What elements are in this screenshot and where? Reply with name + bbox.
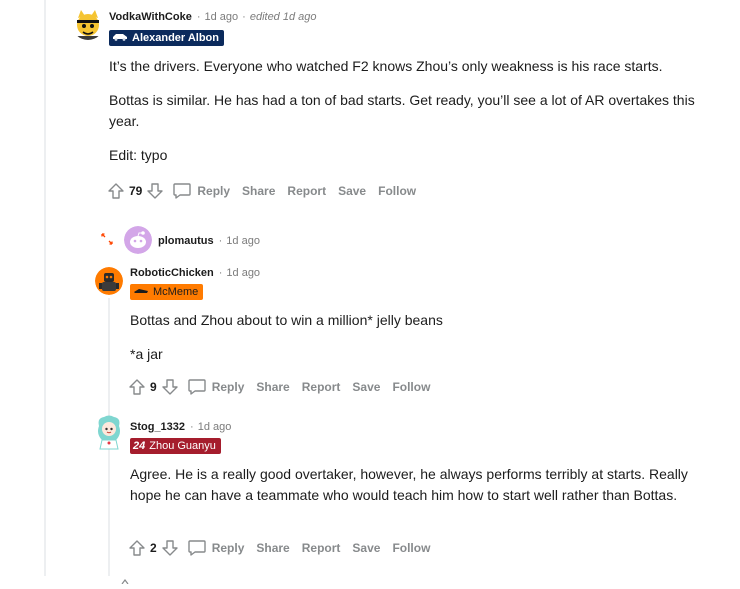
comment-bubble-icon bbox=[187, 378, 207, 396]
save-button[interactable]: Save bbox=[352, 380, 380, 394]
meta-separator: · bbox=[190, 421, 194, 433]
downvote-icon[interactable] bbox=[146, 182, 164, 200]
meta-separator: · bbox=[196, 11, 201, 23]
flair-text: Zhou Guanyu bbox=[149, 440, 216, 452]
timestamp[interactable]: 1d ago bbox=[226, 267, 260, 279]
reply-label: Reply bbox=[211, 541, 245, 555]
car-icon bbox=[112, 30, 128, 46]
report-button[interactable]: Report bbox=[302, 380, 341, 394]
thread-line-root[interactable] bbox=[44, 0, 46, 576]
comment-body: Agree. He is a really good overtaker, ho… bbox=[130, 464, 710, 519]
follow-button[interactable]: Follow bbox=[392, 541, 430, 555]
meta-separator: · bbox=[218, 267, 223, 279]
username[interactable]: RoboticChicken bbox=[130, 267, 214, 279]
comment-meta: RoboticChicken · 1d ago bbox=[130, 267, 264, 279]
comment-paragraph: It’s the drivers. Everyone who watched F… bbox=[109, 58, 663, 74]
save-button[interactable]: Save bbox=[352, 541, 380, 555]
save-button[interactable]: Save bbox=[338, 184, 366, 198]
comment-paragraph: Agree. He is a really good overtaker, ho… bbox=[130, 466, 688, 503]
flair-text: Alexander Albon bbox=[132, 32, 219, 44]
avatar[interactable] bbox=[124, 226, 152, 254]
vote-score: 2 bbox=[150, 541, 157, 555]
share-button[interactable]: Share bbox=[242, 184, 275, 198]
flair-text: McMeme bbox=[153, 286, 199, 298]
avatar[interactable] bbox=[95, 267, 123, 295]
timestamp[interactable]: 1d ago bbox=[226, 235, 260, 247]
downvote-icon[interactable] bbox=[161, 539, 179, 557]
share-button[interactable]: Share bbox=[256, 380, 289, 394]
upvote-icon[interactable] bbox=[128, 378, 146, 396]
meta-separator: · bbox=[218, 235, 223, 247]
reply-button[interactable]: Reply bbox=[187, 539, 245, 557]
expand-thread-icon[interactable] bbox=[100, 232, 114, 246]
comment-bubble-icon bbox=[187, 539, 207, 557]
reply-label: Reply bbox=[211, 380, 245, 394]
edited-timestamp: edited 1d ago bbox=[249, 11, 317, 23]
avatar[interactable] bbox=[94, 414, 124, 450]
username[interactable]: Stog_1332 bbox=[130, 421, 185, 433]
timestamp[interactable]: 1d ago bbox=[198, 421, 232, 433]
upvote-icon[interactable] bbox=[107, 182, 125, 200]
comment-actions: 9 Reply Share Report Save Follow bbox=[128, 376, 430, 398]
user-flair: McMeme bbox=[130, 284, 204, 300]
comment-body: It’s the drivers. Everyone who watched F… bbox=[109, 56, 719, 179]
comment-paragraph: Edit: typo bbox=[109, 147, 168, 163]
meta-separator: · bbox=[242, 11, 246, 23]
comment-meta: Stog_1332 · 1d ago bbox=[130, 421, 235, 433]
username[interactable]: plomautus bbox=[158, 235, 214, 247]
comment-meta: plomautus · 1d ago bbox=[158, 235, 264, 247]
comment-body: Bottas and Zhou about to win a million* … bbox=[130, 310, 720, 378]
vote-score: 79 bbox=[129, 184, 143, 198]
flair-number: 24 bbox=[133, 440, 146, 452]
follow-button[interactable]: Follow bbox=[392, 380, 430, 394]
comment-meta: VodkaWithCoke · 1d ago · edited 1d ago bbox=[109, 11, 317, 23]
username[interactable]: VodkaWithCoke bbox=[109, 11, 192, 23]
vote-score: 9 bbox=[150, 380, 157, 394]
race-car-icon bbox=[133, 284, 149, 300]
timestamp[interactable]: 1d ago bbox=[205, 11, 239, 23]
comment-actions: 2 Reply Share Report Save Follow bbox=[128, 537, 430, 559]
downvote-icon[interactable] bbox=[161, 378, 179, 396]
user-flair: Alexander Albon bbox=[109, 30, 224, 46]
avatar[interactable] bbox=[72, 8, 104, 40]
share-button[interactable]: Share bbox=[256, 541, 289, 555]
comment-paragraph: Bottas and Zhou about to win a million* … bbox=[130, 312, 443, 328]
reply-button[interactable]: Reply bbox=[187, 378, 245, 396]
report-button[interactable]: Report bbox=[287, 184, 326, 198]
upvote-icon[interactable] bbox=[128, 539, 146, 557]
report-button[interactable]: Report bbox=[302, 541, 341, 555]
user-flair: 24 Zhou Guanyu bbox=[130, 438, 221, 454]
comment-paragraph: Bottas is similar. He has had a ton of b… bbox=[109, 92, 695, 129]
reply-button[interactable]: Reply bbox=[172, 182, 230, 200]
comment-bubble-icon bbox=[172, 182, 192, 200]
comment-actions: 79 Reply Share Report Save Follow bbox=[107, 180, 416, 202]
chevron-up-icon[interactable] bbox=[121, 571, 129, 585]
follow-button[interactable]: Follow bbox=[378, 184, 416, 198]
reply-label: Reply bbox=[197, 184, 231, 198]
comment-paragraph: *a jar bbox=[130, 346, 163, 362]
